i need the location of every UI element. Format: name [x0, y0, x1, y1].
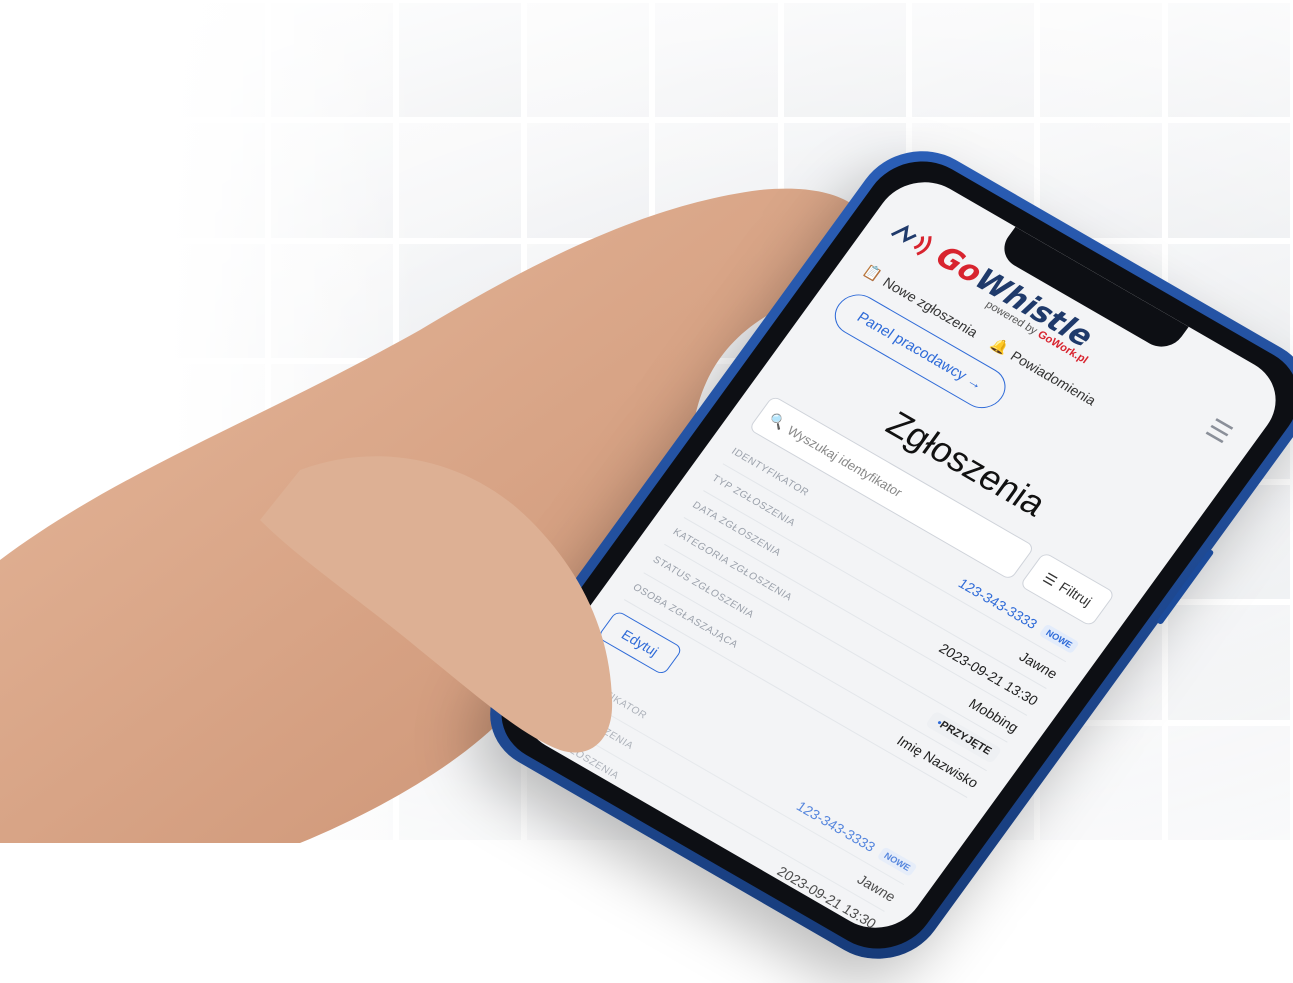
whistle-wave-icon	[891, 224, 932, 256]
filter-icon: ☰	[1040, 569, 1061, 589]
brand-powered-by: powered by GoWork.pl	[983, 298, 1091, 367]
search-icon: 🔍	[765, 411, 789, 432]
bell-icon: 🔔	[987, 335, 1013, 357]
clipboard-icon: 📋	[860, 261, 885, 284]
